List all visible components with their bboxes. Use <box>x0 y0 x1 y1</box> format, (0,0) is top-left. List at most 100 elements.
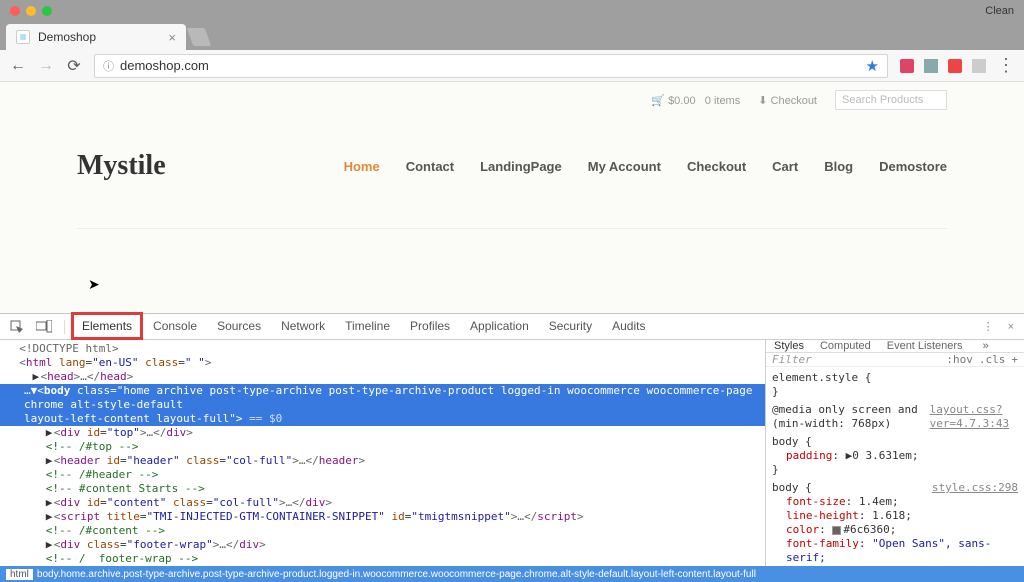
bookmark-star-icon[interactable]: ★ <box>866 57 879 75</box>
devtools-tab-security[interactable]: Security <box>539 313 602 339</box>
address-bar[interactable]: ⓘ demoshop.com ★ <box>94 54 888 78</box>
styles-tabs-overflow[interactable]: » <box>975 340 997 352</box>
styles-filter-[interactable]: + <box>1011 353 1018 366</box>
macos-titlebar: Clean <box>0 0 1024 22</box>
devtools-tab-console[interactable]: Console <box>143 313 207 339</box>
dom-node[interactable]: ▶<head>…</head> <box>0 370 765 384</box>
extension-icon[interactable] <box>948 59 962 73</box>
cart-count: 0 items <box>705 95 740 107</box>
dom-node[interactable]: …▼<body class="home archive post-type-ar… <box>0 384 765 412</box>
chrome-menu-button[interactable]: ⋮ <box>998 58 1014 74</box>
breadcrumb-root[interactable]: html <box>6 569 33 580</box>
dom-node[interactable]: layout-left-content layout-full"> == $0 <box>0 412 765 426</box>
dom-node[interactable]: <!DOCTYPE html> <box>0 342 765 356</box>
dom-node[interactable]: <!-- /#content --> <box>0 524 765 538</box>
dom-node[interactable]: <!-- /#top --> <box>0 440 765 454</box>
dom-node[interactable]: <!-- / footer-wrap --> <box>0 552 765 566</box>
nav-item-checkout[interactable]: Checkout <box>687 159 746 174</box>
styles-tab-event-listeners[interactable]: Event Listeners <box>879 340 971 352</box>
product-search-input[interactable]: Search Products <box>835 90 947 110</box>
styles-filter-row: Filter :hov .cls + <box>766 353 1024 367</box>
extension-icon[interactable] <box>972 59 986 73</box>
url-text: demoshop.com <box>120 58 209 73</box>
css-rule-selector[interactable]: @media only screen and (min-width: 768px… <box>772 403 1018 431</box>
close-window-button[interactable] <box>10 6 20 16</box>
devtools-tab-network[interactable]: Network <box>271 313 335 339</box>
dom-node[interactable]: <!-- #content Starts --> <box>0 482 765 496</box>
dom-node[interactable]: <!-- /#header --> <box>0 468 765 482</box>
forward-button[interactable]: → <box>38 58 54 74</box>
site-info-icon[interactable]: ⓘ <box>103 58 114 74</box>
nav-item-blog[interactable]: Blog <box>824 159 853 174</box>
devtools-tab-sources[interactable]: Sources <box>207 313 271 339</box>
styles-filter-cls[interactable]: .cls <box>979 353 1006 366</box>
css-declaration[interactable]: padding: ▶0 3.631em; <box>772 449 1018 463</box>
checkout-link[interactable]: ⬇ Checkout <box>758 94 817 107</box>
devtools-close-button[interactable]: × <box>1008 321 1014 333</box>
dom-tree[interactable]: <!DOCTYPE html> <html lang="en-US" class… <box>0 340 766 566</box>
dom-node[interactable]: ▶<div id="content" class="col-full">…</d… <box>0 496 765 510</box>
dom-node[interactable]: ▶<script title="TMI-INJECTED-GTM-CONTAIN… <box>0 510 765 524</box>
site-logo[interactable]: Mystile <box>77 150 166 182</box>
css-rule-selector[interactable]: body {style.css:298 <box>772 481 1018 495</box>
header-divider <box>77 228 947 229</box>
css-declaration[interactable]: font-family: "Open Sans", sans-serif; <box>772 537 1018 565</box>
cart-price: $0.00 <box>668 95 696 107</box>
back-button[interactable]: ← <box>10 58 26 74</box>
maximize-window-button[interactable] <box>42 6 52 16</box>
dom-node[interactable]: ▶<div id="top">…</div> <box>0 426 765 440</box>
utility-bar: 🛒 $0.00 0 items ⬇ Checkout Search Produc… <box>77 90 947 110</box>
main-navigation: Home Contact LandingPage My Account Checkout… <box>344 159 947 174</box>
cart-summary[interactable]: 🛒 $0.00 0 items <box>651 94 740 107</box>
mouse-cursor-icon: ➤ <box>88 276 100 293</box>
devtools-tab-application[interactable]: Application <box>460 313 539 339</box>
devtools-tabbar: ElementsConsoleSourcesNetworkTimelinePro… <box>0 314 1024 340</box>
nav-item-contact[interactable]: Contact <box>406 159 454 174</box>
window-profile-label: Clean <box>985 5 1014 17</box>
extension-icon[interactable] <box>900 59 914 73</box>
nav-item-cart[interactable]: Cart <box>772 159 798 174</box>
css-declaration[interactable]: color: #6c6360; <box>772 523 1018 537</box>
css-declaration[interactable]: font-size: 1.4em; <box>772 495 1018 509</box>
styles-tab-computed[interactable]: Computed <box>812 340 879 352</box>
styles-tab-styles[interactable]: Styles <box>766 340 812 352</box>
styles-filter-input[interactable]: Filter <box>772 353 812 366</box>
devtools-more-button[interactable]: ⋮ <box>983 320 994 333</box>
css-declaration[interactable]: line-height: 1.618; <box>772 509 1018 523</box>
reload-button[interactable]: ⟳ <box>66 58 82 74</box>
nav-item-my-account[interactable]: My Account <box>588 159 661 174</box>
tab-close-button[interactable]: × <box>168 30 176 45</box>
nav-item-landingpage[interactable]: LandingPage <box>480 159 562 174</box>
nav-item-home[interactable]: Home <box>344 159 380 174</box>
devtools-panel: ElementsConsoleSourcesNetworkTimelinePro… <box>0 314 1024 582</box>
browser-tabstrip: Demoshop × <box>0 22 1024 50</box>
dom-node[interactable]: ▶<div class="footer-wrap">…</div> <box>0 538 765 552</box>
css-rule-selector[interactable]: body { <box>772 435 1018 449</box>
tab-title: Demoshop <box>38 30 96 44</box>
favicon-icon <box>16 30 30 44</box>
styles-pane: StylesComputedEvent Listeners » Filter :h… <box>766 340 1024 566</box>
dom-breadcrumb[interactable]: html body.home.archive.post-type-archive… <box>0 566 1024 582</box>
dom-node[interactable]: <html lang="en-US" class=" "> <box>0 356 765 370</box>
inspect-element-button[interactable] <box>10 320 24 334</box>
breadcrumb-path[interactable]: body.home.archive.post-type-archive.post… <box>37 569 756 580</box>
devtools-tab-timeline[interactable]: Timeline <box>335 313 400 339</box>
styles-rules[interactable]: element.style {}@media only screen and (… <box>766 367 1024 566</box>
devtools-tab-elements[interactable]: Elements <box>71 312 143 340</box>
dom-node[interactable]: ▶<header id="header" class="col-full">…<… <box>0 454 765 468</box>
new-tab-button[interactable] <box>187 28 212 46</box>
css-rule-selector[interactable]: element.style { <box>772 371 1018 385</box>
devtools-tab-profiles[interactable]: Profiles <box>400 313 460 339</box>
page-viewport: 🛒 $0.00 0 items ⬇ Checkout Search Produc… <box>0 82 1024 314</box>
minimize-window-button[interactable] <box>26 6 36 16</box>
styles-tabs: StylesComputedEvent Listeners » <box>766 340 1024 353</box>
device-toolbar-button[interactable] <box>36 320 52 334</box>
window-controls <box>10 6 52 16</box>
styles-filter-hov[interactable]: :hov <box>946 353 973 366</box>
extension-icon[interactable] <box>924 59 938 73</box>
browser-tab[interactable]: Demoshop × <box>6 24 186 50</box>
nav-item-demostore[interactable]: Demostore <box>879 159 947 174</box>
browser-toolbar: ← → ⟳ ⓘ demoshop.com ★ ⋮ <box>0 50 1024 82</box>
extension-icons <box>900 59 986 73</box>
devtools-tab-audits[interactable]: Audits <box>602 313 655 339</box>
